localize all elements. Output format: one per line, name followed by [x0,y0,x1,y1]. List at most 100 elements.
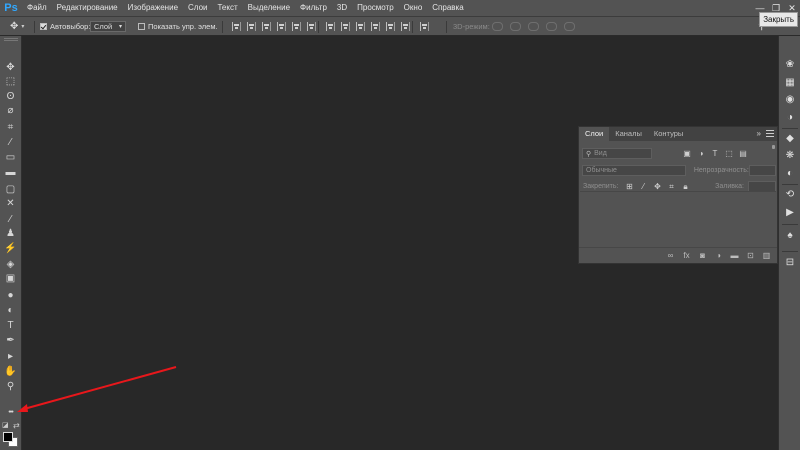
toolbar-grip[interactable] [4,38,18,41]
distribute-bottom-icon[interactable] [356,22,365,31]
quick-select-tool-icon[interactable]: ⌀ [3,104,18,117]
align-hcenter-icon[interactable] [292,22,301,31]
filter-adjustment-icon[interactable]: ◑ [697,149,705,158]
show-transform-checkbox[interactable]: Показать упр. элем. [138,17,218,36]
tab-channels[interactable]: Каналы [609,127,648,141]
3d-pan-icon[interactable] [528,22,539,31]
menu-type[interactable]: Текст [212,0,242,16]
lock-artboard-icon[interactable]: ⌗ [667,182,675,191]
pen-tool-icon[interactable]: ✒ [3,334,18,347]
eyedropper-tool-icon[interactable]: ⁄ [3,136,18,149]
align-top-icon[interactable] [232,22,241,31]
actions-icon[interactable]: ▶ [783,206,797,219]
libraries-icon[interactable]: ❀ [783,58,797,71]
tab-paths[interactable]: Контуры [648,127,689,141]
lock-transparent-icon[interactable]: ⊞ [625,182,633,191]
3d-scale-icon[interactable] [564,22,575,31]
new-layer-icon[interactable]: ⊡ [746,251,755,260]
align-vcenter-icon[interactable] [247,22,256,31]
opacity-field[interactable] [748,165,776,176]
history-brush-tool-icon[interactable]: ⚡ [3,242,18,255]
lock-all-icon[interactable]: 🔒︎ [681,182,689,191]
layer-filter-dropdown[interactable]: ⚲ Вид [582,148,652,159]
panel-menu-icon[interactable] [766,130,774,137]
3d-roll-icon[interactable] [510,22,521,31]
photoshop-logo[interactable]: Ps [0,0,22,16]
menu-layers[interactable]: Слои [183,0,212,16]
lasso-tool-icon[interactable]: ʘ [3,90,18,103]
menu-edit[interactable]: Редактирование [52,0,123,16]
filter-smart-icon[interactable]: ▤ [739,149,747,158]
layer-style-icon[interactable]: fx [682,251,691,260]
align-right-icon[interactable] [307,22,316,31]
healing-tool-icon[interactable]: ▭ [3,151,18,164]
layers-panel: Слои Каналы Контуры » ⚲ Вид ▣ ◑ T ⬚ ▤ Об… [578,126,778,264]
hand-tool-icon[interactable]: ✋ [3,365,18,378]
menu-select[interactable]: Выделение [243,0,295,16]
3d-slide-icon[interactable] [546,22,557,31]
ruler-tool-icon[interactable]: ▬ [3,166,18,179]
history-icon[interactable]: ⟲ [783,188,797,201]
auto-align-button[interactable] [420,17,429,36]
lock-label: Закрепить: [583,183,619,190]
marquee-tool-icon[interactable]: ⬚ [3,75,18,88]
distribute-hcenter-icon[interactable] [386,22,395,31]
align-bottom-icon[interactable] [262,22,271,31]
adjustments-icon[interactable]: ◑ [783,111,797,124]
paths-icon[interactable]: ◐ [783,167,797,180]
clone-stamp-tool-icon[interactable]: ♟ [3,227,18,240]
frame-tool-icon[interactable]: ▢ [3,183,18,196]
blur-tool-icon[interactable]: ● [3,289,18,302]
lock-image-icon[interactable]: ⁄ [639,182,647,191]
new-group-icon[interactable]: ▬ [730,251,739,260]
menu-help[interactable]: Справка [427,0,468,16]
delete-layer-icon[interactable]: ▥ [762,251,771,260]
menu-filter[interactable]: Фильтр [295,0,332,16]
path-select-tool-icon[interactable]: ▸ [3,350,18,363]
patch-tool-icon[interactable]: ✕ [3,197,18,210]
brush-tool-icon[interactable]: ⁄ [3,213,18,226]
distribute-left-icon[interactable] [371,22,380,31]
menu-window[interactable]: Окно [399,0,428,16]
distribute-vcenter-icon[interactable] [341,22,350,31]
filter-pixel-icon[interactable]: ▣ [683,149,691,158]
layers-icon[interactable]: ◆ [783,132,797,145]
new-adjustment-icon[interactable]: ◑ [714,251,723,260]
move-tool-preset[interactable]: ✥ ▾ [10,17,24,36]
zoom-tool-icon[interactable]: ⚲ [3,380,18,393]
menu-file[interactable]: Файл [22,0,52,16]
menu-image[interactable]: Изображение [123,0,183,16]
auto-select-checkbox[interactable]: Автовыбор: [40,17,90,36]
eraser-tool-icon[interactable]: ◈ [3,258,18,271]
brush-settings-icon[interactable]: ♠ [783,229,797,242]
swap-colors-icon[interactable]: ⇄ [13,421,20,430]
3d-orbit-icon[interactable] [492,22,503,31]
type-tool-icon[interactable]: T [3,319,18,332]
default-colors-icon[interactable]: ◪ [2,421,9,429]
filter-type-icon[interactable]: T [711,149,719,158]
dodge-tool-icon[interactable]: ◐ [3,304,18,317]
foreground-color-swatch[interactable] [3,432,13,442]
distribute-right-icon[interactable] [401,22,410,31]
swatches-icon[interactable]: ◉ [783,93,797,106]
add-mask-icon[interactable]: ◙ [698,251,707,260]
link-layers-icon[interactable]: ∞ [666,251,675,260]
menu-3d[interactable]: 3D [332,0,352,16]
crop-tool-icon[interactable]: ⌗ [3,121,18,134]
align-left-icon[interactable] [277,22,286,31]
move-tool-icon[interactable]: ✥ [3,61,18,74]
channels-icon[interactable]: ❋ [783,149,797,162]
auto-select-dropdown[interactable]: Слой ▾ [90,17,126,36]
blend-mode-dropdown[interactable]: Обычные [582,165,686,176]
layers-list[interactable] [580,191,776,246]
gradient-tool-icon[interactable]: ▣ [3,272,18,285]
distribute-top-icon[interactable] [326,22,335,31]
lock-position-icon[interactable]: ✥ [653,182,661,191]
filter-shape-icon[interactable]: ⬚ [725,149,733,158]
collapse-panel-button[interactable]: » [757,127,761,141]
tab-layers[interactable]: Слои [579,127,610,141]
properties-icon[interactable]: ⊟ [783,256,797,269]
color-icon[interactable]: ▦ [783,76,797,89]
more-tools-icon[interactable]: ••• [3,406,18,419]
menu-view[interactable]: Просмотр [352,0,399,16]
